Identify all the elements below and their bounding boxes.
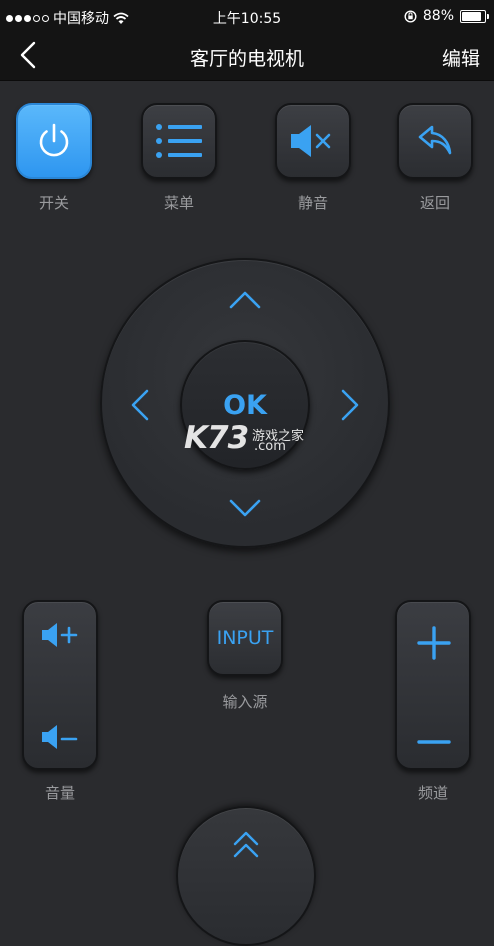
battery-percent: 88% — [422, 8, 454, 24]
volume-down-icon[interactable] — [40, 724, 80, 750]
double-chevron-up-icon — [233, 831, 259, 858]
dpad-right-button[interactable] — [340, 388, 362, 422]
dpad-up-button[interactable] — [228, 288, 262, 310]
return-button[interactable] — [397, 103, 473, 179]
expand-button[interactable] — [176, 806, 316, 946]
power-button[interactable] — [16, 103, 92, 179]
menu-list-icon — [156, 124, 202, 158]
input-button[interactable]: INPUT — [207, 600, 283, 676]
plus-icon[interactable] — [417, 626, 451, 660]
channel-rocker — [395, 600, 471, 770]
volume-label: 音量 — [44, 784, 75, 802]
menu-button[interactable] — [141, 103, 217, 179]
channel-label: 频道 — [417, 784, 448, 802]
mute-button[interactable] — [275, 103, 351, 179]
volume-up-icon[interactable] — [40, 622, 80, 648]
k73-watermark: K73 游戏之家 .com — [184, 420, 324, 460]
watermark-domain: .com — [254, 439, 286, 454]
minus-icon[interactable] — [417, 732, 451, 752]
edit-button[interactable]: 编辑 — [442, 44, 480, 71]
nav-bar: 客厅的电视机 编辑 — [0, 32, 494, 81]
return-arrow-icon — [418, 125, 452, 155]
dpad-left-button[interactable] — [128, 388, 150, 422]
return-label: 返回 — [419, 194, 450, 212]
dpad-down-button[interactable] — [228, 498, 262, 520]
mute-label: 静音 — [297, 194, 328, 212]
volume-rocker — [22, 600, 98, 770]
page-title: 客厅的电视机 — [189, 48, 304, 70]
mute-icon — [291, 125, 331, 157]
watermark-brand: K73 — [184, 420, 249, 456]
input-label: 输入源 — [222, 693, 268, 711]
status-bar: 中国移动 上午10:55 88% — [0, 0, 494, 32]
power-label: 开关 — [38, 194, 69, 212]
menu-label: 菜单 — [163, 194, 194, 212]
status-right: 88% — [404, 8, 489, 24]
power-icon — [39, 123, 69, 157]
rotation-lock-icon — [404, 9, 417, 23]
battery-icon — [460, 9, 489, 23]
